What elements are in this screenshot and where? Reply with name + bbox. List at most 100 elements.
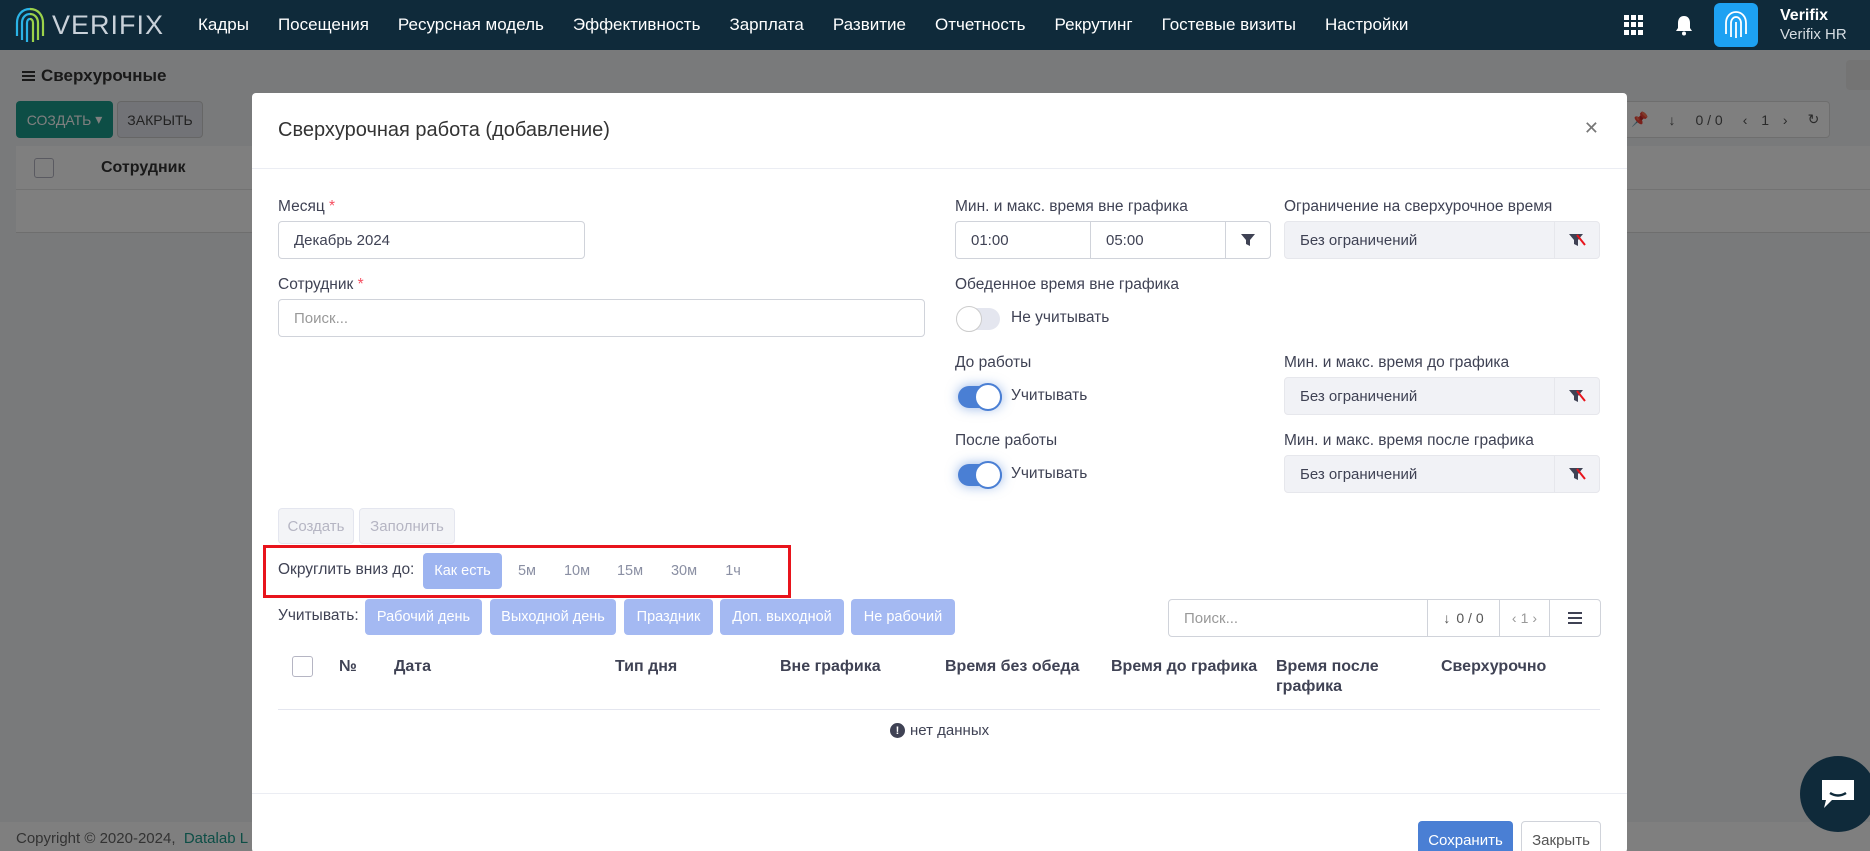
logo-text: VERIFIX xyxy=(52,9,165,40)
user-company: Verifix HR xyxy=(1780,26,1847,43)
max-time-field[interactable]: 05:00 xyxy=(1090,221,1226,259)
avatar[interactable] xyxy=(1714,3,1758,47)
before-work-toggle[interactable] xyxy=(958,383,1002,411)
no-data-message: ! нет данных xyxy=(890,722,989,739)
close-icon[interactable]: ✕ xyxy=(1584,118,1599,139)
column-time-without-lunch[interactable]: Время без обеда xyxy=(945,657,1079,677)
column-date[interactable]: Дата xyxy=(394,657,431,677)
clear-before-button[interactable] xyxy=(1554,377,1600,415)
column-overtime[interactable]: Сверхурочно xyxy=(1441,657,1546,677)
month-label-text: Месяц xyxy=(278,198,325,215)
clear-limit-button[interactable] xyxy=(1554,221,1600,259)
nav-item-zarplata[interactable]: Зарплата xyxy=(729,15,803,35)
bell-icon[interactable] xyxy=(1674,14,1694,36)
column-time-after-schedule[interactable]: Время после графика xyxy=(1276,657,1406,697)
after-minmax-field[interactable]: Без ограничений xyxy=(1284,455,1555,493)
round-option-5m[interactable]: 5м xyxy=(510,553,544,589)
toggle-knob xyxy=(974,461,1002,489)
modal-title: Сверхурочная работа (добавление) xyxy=(278,119,610,141)
fingerprint-logo-icon xyxy=(15,7,45,42)
table-select-all-checkbox[interactable] xyxy=(292,656,313,677)
chevron-left-icon[interactable]: ‹ xyxy=(1512,610,1517,626)
create-rows-button[interactable]: Создать xyxy=(278,508,354,544)
column-number[interactable]: № xyxy=(339,657,357,677)
month-field[interactable]: Декабрь 2024 xyxy=(278,221,585,259)
chat-widget-button[interactable] xyxy=(1800,756,1870,832)
save-button[interactable]: Сохранить xyxy=(1418,821,1513,851)
employee-label-text: Сотрудник xyxy=(278,276,354,293)
limit-label: Ограничение на сверхурочное время xyxy=(1284,198,1553,215)
table-header-divider xyxy=(278,709,1600,710)
nav-item-effektivnost[interactable]: Эффективность xyxy=(573,15,701,35)
modal-footer-divider xyxy=(252,793,1627,794)
column-day-type[interactable]: Тип дня xyxy=(615,657,677,677)
nav-item-otchetnost[interactable]: Отчетность xyxy=(935,15,1026,35)
table-toolbar: Поиск... ↓ 0 / 0 ‹ 1 › xyxy=(1168,599,1601,637)
after-minmax-label: Мин. и макс. время после графика xyxy=(1284,432,1534,449)
column-time-before-schedule[interactable]: Время до графика xyxy=(1111,657,1257,677)
minmax-outside-label: Мин. и макс. время вне графика xyxy=(955,198,1188,215)
nav-item-poseshcheniya[interactable]: Посещения xyxy=(278,15,369,35)
lunch-toggle[interactable] xyxy=(956,306,1000,332)
filter-icon xyxy=(1241,234,1255,246)
table-pagination[interactable]: ‹ 1 › xyxy=(1500,600,1550,636)
list-icon xyxy=(1568,612,1582,624)
nav-item-rekruting[interactable]: Рекрутинг xyxy=(1055,15,1133,35)
lunch-toggle-label: Не учитывать xyxy=(1011,309,1110,326)
table-search-input[interactable]: Поиск... xyxy=(1169,600,1428,636)
exclamation-icon: ! xyxy=(890,723,905,738)
table-counter[interactable]: ↓ 0 / 0 xyxy=(1428,600,1500,636)
count-non-working[interactable]: Не рабочий xyxy=(851,599,955,635)
before-minmax-field[interactable]: Без ограничений xyxy=(1284,377,1555,415)
table-page-number: 1 xyxy=(1520,610,1529,626)
nav-item-resursnaya-model[interactable]: Ресурсная модель xyxy=(398,15,544,35)
count-label: Учитывать: xyxy=(278,607,359,624)
user-menu[interactable]: Verifix Verifix HR xyxy=(1780,6,1870,44)
nav-item-kadry[interactable]: Кадры xyxy=(198,15,249,35)
nav-item-nastroyki[interactable]: Настройки xyxy=(1325,15,1408,35)
round-option-30m[interactable]: 30м xyxy=(665,553,703,589)
after-work-toggle-label: Учитывать xyxy=(1011,465,1088,482)
apps-grid-icon[interactable] xyxy=(1624,15,1644,35)
before-work-toggle-label: Учитывать xyxy=(1011,387,1088,404)
user-name: Verifix xyxy=(1780,7,1829,24)
toggle-knob xyxy=(956,306,982,332)
count-working-day[interactable]: Рабочий день xyxy=(365,599,482,635)
fill-button[interactable]: Заполнить xyxy=(359,508,455,544)
nav-item-gostevye-vizity[interactable]: Гостевые визиты xyxy=(1162,15,1296,35)
fingerprint-icon xyxy=(1725,11,1747,38)
logo[interactable]: VERIFIX xyxy=(14,6,174,44)
before-work-label: До работы xyxy=(955,354,1032,371)
round-option-1h[interactable]: 1ч xyxy=(717,553,749,589)
nav-item-razvitie[interactable]: Развитие xyxy=(833,15,906,35)
round-option-as-is[interactable]: Как есть xyxy=(423,553,502,589)
round-option-10m[interactable]: 10м xyxy=(558,553,596,589)
lunch-label: Обеденное время вне графика xyxy=(955,276,1179,293)
no-data-text: нет данных xyxy=(910,722,990,739)
count-holiday[interactable]: Праздник xyxy=(624,599,713,635)
sort-down-icon: ↓ xyxy=(1443,610,1451,626)
after-work-toggle[interactable] xyxy=(958,461,1002,489)
round-option-15m[interactable]: 15м xyxy=(611,553,649,589)
main-menu: Кадры Посещения Ресурсная модель Эффекти… xyxy=(198,15,1437,35)
modal-header: Сверхурочная работа (добавление) ✕ xyxy=(252,93,1627,169)
limit-field[interactable]: Без ограничений xyxy=(1284,221,1555,259)
columns-menu-button[interactable] xyxy=(1550,600,1600,636)
close-button[interactable]: Закрыть xyxy=(1521,821,1601,851)
navbar-right: Verifix Verifix HR xyxy=(1624,0,1870,50)
before-minmax-label: Мин. и макс. время до графика xyxy=(1284,354,1510,371)
count-extra-day-off[interactable]: Доп. выходной xyxy=(720,599,844,635)
chevron-right-icon[interactable]: › xyxy=(1532,610,1537,626)
clear-filter-icon xyxy=(1569,468,1586,480)
min-time-field[interactable]: 01:00 xyxy=(955,221,1091,259)
toggle-knob xyxy=(974,383,1002,411)
table-counter-text: 0 / 0 xyxy=(1456,610,1484,626)
clear-after-button[interactable] xyxy=(1554,455,1600,493)
clear-filter-icon xyxy=(1569,234,1586,246)
count-day-off[interactable]: Выходной день xyxy=(490,599,616,635)
clear-filter-icon xyxy=(1569,390,1586,402)
employee-label: Сотрудник * xyxy=(278,276,364,294)
employee-search-input[interactable]: Поиск... xyxy=(278,299,925,337)
column-outside-schedule[interactable]: Вне графика xyxy=(780,657,881,677)
filter-button[interactable] xyxy=(1225,221,1271,259)
